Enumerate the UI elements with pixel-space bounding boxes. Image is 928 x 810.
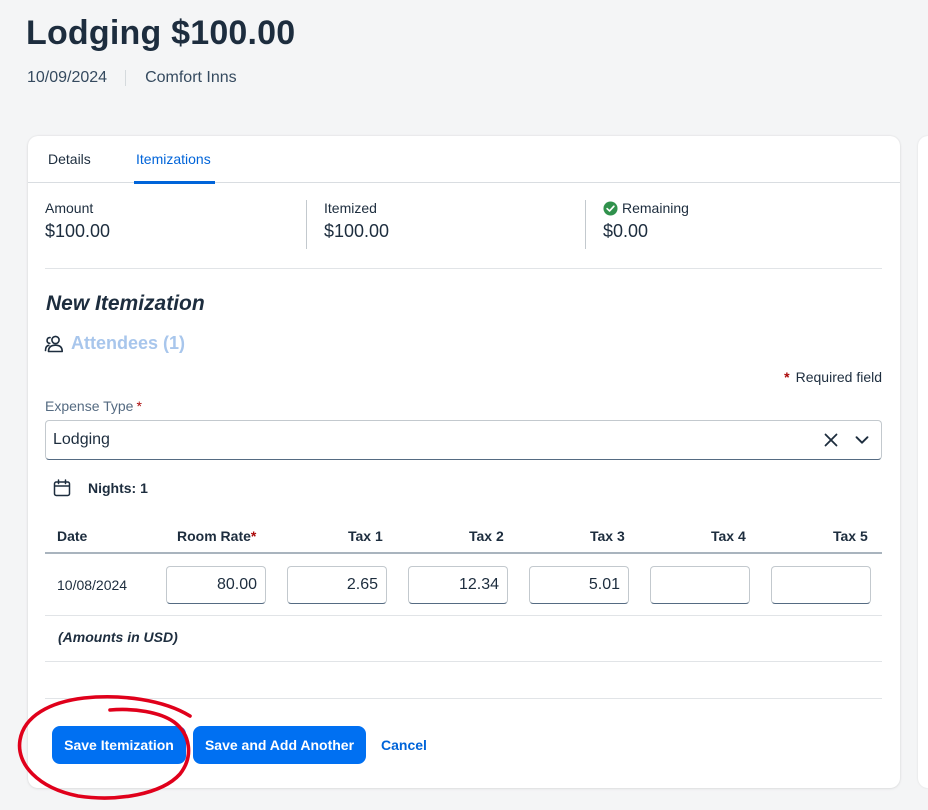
attendees-label: Attendees (1) xyxy=(71,333,186,353)
column-header-date: Date xyxy=(57,528,88,544)
required-marker: * xyxy=(784,369,790,385)
nightly-rates-table: Date Room Rate* Tax 1 Tax 2 Tax 3 Tax 4 … xyxy=(45,518,882,616)
tax5-input[interactable] xyxy=(771,566,871,604)
required-field-note: * Required field xyxy=(784,369,882,385)
expense-type-label-text: Expense Type xyxy=(45,398,134,414)
divider xyxy=(125,70,127,86)
subtitle: 10/09/2024 Comfort Inns xyxy=(27,69,237,87)
itemized-value: $100.00 xyxy=(324,221,390,241)
remaining-summary: Remaining $0.00 xyxy=(603,200,689,242)
column-header-tax4: Tax 4 xyxy=(711,528,746,544)
amount-summary: Amount $100.00 xyxy=(45,200,110,242)
nights-label: Nights: 1 xyxy=(88,480,148,496)
required-marker: * xyxy=(250,528,257,544)
column-header-room-rate: Room Rate* xyxy=(177,528,256,544)
column-header-tax3: Tax 3 xyxy=(590,528,625,544)
tax4-input[interactable] xyxy=(650,566,750,604)
adjacent-panel-edge xyxy=(918,136,928,788)
expense-date: 10/09/2024 xyxy=(27,69,108,86)
section-divider xyxy=(45,661,882,662)
tax3-input[interactable] xyxy=(529,566,629,604)
column-header-tax2: Tax 2 xyxy=(469,528,504,544)
tab-bar: Details Itemizations xyxy=(28,136,900,184)
column-header-tax5: Tax 5 xyxy=(833,528,868,544)
vendor-name: Comfort Inns xyxy=(145,69,237,86)
clear-icon[interactable] xyxy=(823,432,839,448)
save-and-add-another-button[interactable]: Save and Add Another xyxy=(193,726,366,764)
room-rate-input[interactable] xyxy=(166,566,266,604)
check-circle-icon xyxy=(603,200,618,216)
page-title: Lodging $100.00 xyxy=(26,14,296,52)
summary-bar: Amount $100.00 Itemized $100.00 Remainin… xyxy=(45,200,882,268)
amounts-currency-note: (Amounts in USD) xyxy=(58,629,178,645)
tax2-input[interactable] xyxy=(408,566,508,604)
remaining-label: Remaining xyxy=(622,200,689,216)
nights-info: Nights: 1 xyxy=(53,479,148,497)
people-icon xyxy=(44,335,63,352)
section-divider xyxy=(45,698,882,699)
amount-value: $100.00 xyxy=(45,221,111,241)
itemized-summary: Itemized $100.00 xyxy=(324,200,389,242)
remaining-value: $0.00 xyxy=(603,221,649,241)
chevron-down-icon[interactable] xyxy=(855,433,869,447)
remaining-label-row: Remaining xyxy=(603,200,689,216)
action-bar: Save Itemization Save and Add Another Ca… xyxy=(52,726,433,764)
itemized-label: Itemized xyxy=(324,200,377,216)
required-marker: * xyxy=(136,398,142,414)
attendees-link[interactable]: Attendees (1) xyxy=(44,333,185,354)
column-header-tax1: Tax 1 xyxy=(348,528,383,544)
tab-itemizations[interactable]: Itemizations xyxy=(134,136,215,184)
table-row: 10/08/2024 xyxy=(45,554,882,616)
expense-type-value: Lodging xyxy=(53,431,110,448)
table-header: Date Room Rate* Tax 1 Tax 2 Tax 3 Tax 4 … xyxy=(45,518,882,554)
required-note-text: Required field xyxy=(795,369,882,385)
itemization-card: Details Itemizations Amount $100.00 Item… xyxy=(28,136,900,788)
row-date: 10/08/2024 xyxy=(57,577,128,593)
tab-details[interactable]: Details xyxy=(48,136,91,183)
divider xyxy=(585,200,586,249)
page: Lodging $100.00 10/09/2024 Comfort Inns … xyxy=(0,0,928,810)
expense-type-label: Expense Type * xyxy=(45,398,142,414)
amount-label: Amount xyxy=(45,200,94,216)
expense-type-select[interactable]: Lodging xyxy=(45,420,882,460)
tax1-input[interactable] xyxy=(287,566,387,604)
room-rate-header-text: Room Rate xyxy=(177,528,251,544)
save-itemization-button[interactable]: Save Itemization xyxy=(52,726,186,764)
calendar-icon xyxy=(53,479,71,497)
section-title: New Itemization xyxy=(46,292,205,315)
section-divider xyxy=(45,268,882,269)
cancel-button[interactable]: Cancel xyxy=(375,736,433,754)
divider xyxy=(306,200,307,249)
